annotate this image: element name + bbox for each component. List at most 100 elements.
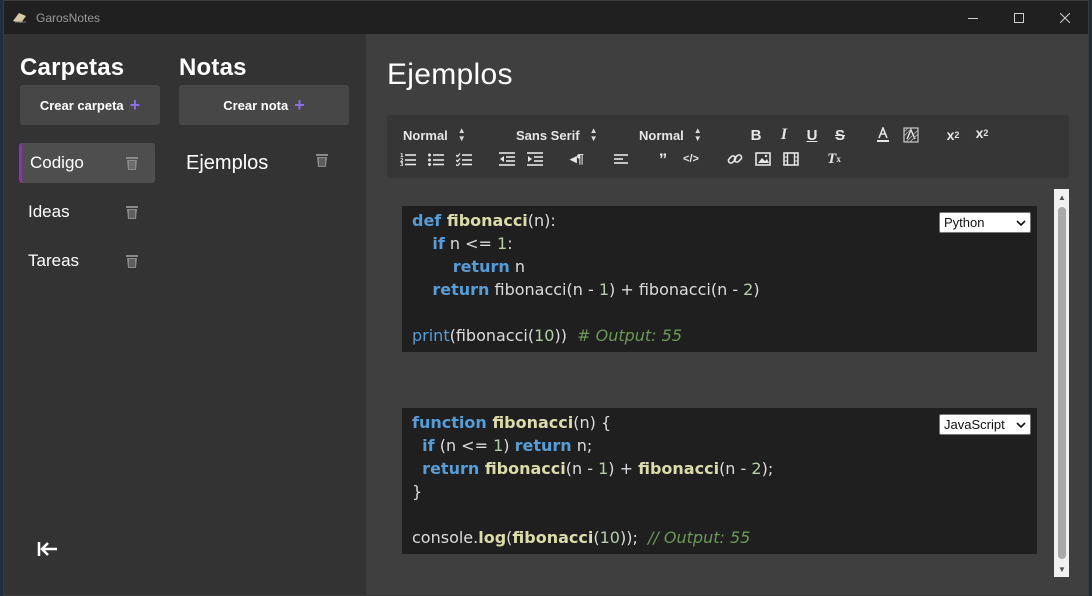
code-token: log [478, 528, 507, 547]
collapse-sidebar-icon[interactable] [37, 540, 59, 558]
code-token: fibonacci [492, 413, 574, 432]
code-block-javascript[interactable]: JavaScript function fibonacci(n) { if (n… [399, 408, 1037, 554]
maximize-button[interactable] [996, 1, 1042, 34]
select-arrows-icon: ▲ ▼ [457, 126, 466, 143]
minimize-button[interactable] [950, 1, 996, 34]
italic-icon[interactable]: I [775, 126, 793, 144]
app-title: GarosNotes [36, 10, 101, 25]
font-select[interactable]: Sans Serif ▲ ▼ [516, 127, 598, 143]
folder-item-ideas[interactable]: Ideas [19, 192, 155, 232]
code-token: if [422, 436, 435, 455]
editor-scrollbar[interactable]: ▲ ▼ [1054, 189, 1069, 577]
close-button[interactable] [1042, 1, 1088, 34]
code-line: def fibonacci(n): [412, 210, 556, 232]
code-token: )) [554, 326, 578, 345]
language-select-value: JavaScript [944, 417, 1005, 432]
align-icon[interactable] [612, 150, 630, 168]
code-token: return [422, 459, 485, 478]
folders-heading: Carpetas [20, 54, 125, 81]
select-arrows-icon: ▲ ▼ [693, 126, 702, 143]
select-arrows-icon: ▲ ▼ [589, 126, 598, 143]
bullet-list-icon[interactable] [427, 150, 445, 168]
create-note-button[interactable]: Crear nota + [179, 85, 349, 125]
indent-icon[interactable] [526, 150, 544, 168]
bold-icon[interactable]: B [747, 126, 765, 144]
code-token: // Output: 55 [648, 528, 751, 547]
code-token: n; [571, 436, 593, 455]
code-token: ); [761, 459, 774, 478]
close-icon [1060, 12, 1070, 23]
superscript-icon[interactable]: x2 [973, 124, 991, 142]
code-token: (n - [565, 459, 599, 478]
create-folder-button[interactable]: Crear carpeta + [20, 85, 160, 125]
plus-icon: + [294, 95, 305, 115]
code-line: return fibonacci(n - 1) + fibonacci(n - … [412, 458, 773, 480]
code-block-python[interactable]: Python def fibonacci(n): if n <= 1: retu… [399, 206, 1037, 352]
scroll-thumb[interactable] [1058, 207, 1066, 559]
code-token: return [432, 280, 490, 299]
background-color-icon[interactable] [902, 126, 920, 144]
scroll-up-icon[interactable]: ▲ [1057, 192, 1067, 202]
image-icon[interactable] [754, 150, 772, 168]
video-icon[interactable] [782, 150, 800, 168]
code-token: } [412, 482, 423, 501]
app-logo-icon [12, 11, 28, 25]
scroll-down-icon[interactable]: ▼ [1057, 564, 1067, 574]
maximize-icon [1014, 12, 1024, 23]
trash-icon[interactable] [124, 253, 140, 269]
text-direction-icon[interactable]: ◂¶ [568, 150, 586, 168]
folder-item-tareas[interactable]: Tareas [19, 241, 155, 281]
code-token: fibonacci [512, 528, 594, 547]
folder-item-codigo[interactable]: Codigo [19, 143, 155, 183]
notes-heading: Notas [179, 54, 247, 81]
trash-icon[interactable] [124, 204, 140, 220]
code-token: : [507, 234, 513, 253]
code-token: console. [412, 528, 479, 547]
plus-icon: + [129, 95, 141, 115]
strike-icon[interactable]: S [831, 126, 849, 144]
code-line: } [412, 481, 422, 503]
code-token: 2 [751, 459, 762, 478]
language-select[interactable]: JavaScript [939, 414, 1031, 435]
code-line: function fibonacci(n) { [412, 412, 611, 434]
clear-format-icon[interactable]: Tx [825, 150, 843, 168]
code-token: fibonacci(n - [489, 280, 599, 299]
header-select[interactable]: Normal ▲ ▼ [403, 127, 466, 143]
folder-item-label: Ideas [28, 202, 70, 221]
language-select[interactable]: Python [939, 212, 1031, 233]
blockquote-icon[interactable]: ” [654, 150, 672, 169]
minimize-icon [968, 17, 978, 19]
size-select[interactable]: Normal ▲ ▼ [639, 127, 702, 143]
subscript-icon[interactable]: x2 [944, 126, 962, 144]
note-title[interactable]: Ejemplos [387, 58, 513, 92]
code-block-icon[interactable]: </> [682, 150, 700, 168]
text-color-icon[interactable] [874, 126, 892, 144]
size-select-value: Normal [639, 127, 684, 143]
code-token: ) + [608, 459, 639, 478]
link-icon[interactable] [726, 150, 744, 168]
code-token: if [432, 234, 445, 253]
code-token: 1 [493, 436, 504, 455]
underline-icon[interactable]: U [803, 126, 821, 144]
folder-item-label: Codigo [30, 153, 84, 172]
code-token: ) + fibonacci(n - [609, 280, 744, 299]
editor-content[interactable]: Python def fibonacci(n): if n <= 1: retu… [387, 188, 1067, 576]
code-line: return fibonacci(n - 1) + fibonacci(n - … [412, 279, 760, 301]
outdent-icon[interactable] [498, 150, 516, 168]
folder-item-label: Tareas [28, 251, 80, 270]
code-line: if n <= 1: [412, 233, 513, 255]
trash-icon[interactable] [124, 155, 140, 171]
code-line: if (n <= 1) return n; [412, 435, 592, 457]
code-token: n <= [444, 234, 498, 253]
code-token: print [412, 326, 450, 345]
code-line: console.log(fibonacci(10)); // Output: 5… [412, 527, 750, 549]
trash-icon[interactable] [314, 152, 330, 168]
code-token: fibonacci [638, 459, 720, 478]
code-token: (n <= [434, 436, 494, 455]
code-token: function [412, 413, 493, 432]
checklist-icon[interactable] [455, 150, 473, 168]
code-token: ) [753, 280, 760, 299]
ordered-list-icon[interactable]: 123 [399, 150, 417, 168]
